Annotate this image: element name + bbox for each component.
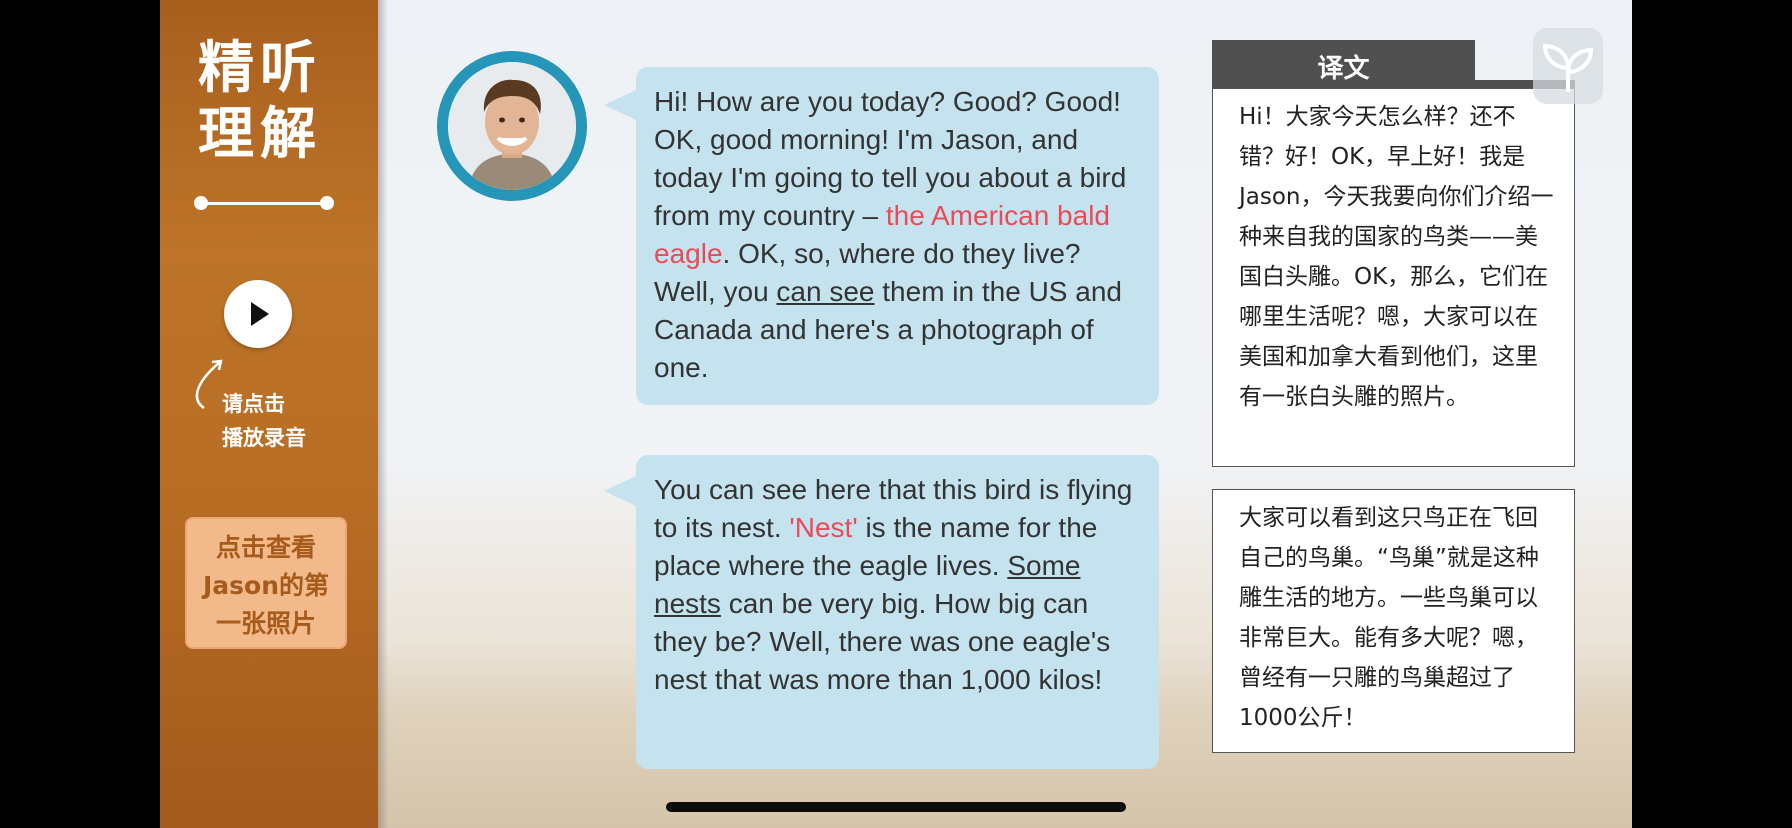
play-icon: [251, 302, 269, 326]
bubble-2-text-3: can be very big. How big can they be? We…: [654, 588, 1111, 695]
title-line-1: 精听: [198, 36, 322, 101]
page-title: 精听 理解: [198, 36, 338, 168]
translation-tab[interactable]: 译文: [1212, 40, 1475, 90]
translation-text-2: 大家可以看到这只鸟正在飞回自己的鸟巢。“鸟巢”就是这种雕生活的地方。一些鸟巢可以…: [1239, 505, 1539, 731]
translation-text-1: Hi！大家今天怎么样？还不错？好！OK，早上好！我是Jason，今天我要向你们介…: [1239, 104, 1554, 410]
title-line-2: 理解: [198, 102, 322, 167]
lesson-screen: 精听 理解 请点击 播放录音 点击查看 Jason的第 一张照片 Hi! How…: [160, 0, 1632, 828]
underline-can-see: can see: [776, 276, 875, 307]
play-hint: 请点击 播放录音: [222, 387, 306, 455]
highlight-nest: 'Nest': [789, 512, 858, 543]
speech-bubble-1: Hi! How are you today? Good? Good! OK, g…: [604, 67, 1159, 405]
sidebar: 精听 理解 请点击 播放录音 点击查看 Jason的第 一张照片: [160, 0, 378, 828]
photo-button-line-2: Jason的第: [202, 571, 330, 600]
translation-box-2: 大家可以看到这只鸟正在飞回自己的鸟巢。“鸟巢”就是这种雕生活的地方。一些鸟巢可以…: [1212, 489, 1575, 753]
speech-bubble-2: You can see here that this bird is flyin…: [604, 455, 1159, 769]
avatar-photo: [448, 62, 576, 190]
photo-button-line-1: 点击查看: [215, 533, 316, 562]
play-audio-button[interactable]: [224, 280, 292, 348]
divider-dot-right: [320, 196, 334, 210]
sprout-logo-icon: [1533, 28, 1603, 104]
home-indicator[interactable]: [666, 802, 1126, 812]
photo-button-line-3: 一张照片: [215, 609, 316, 638]
title-divider: [198, 202, 326, 205]
play-hint-line-1: 请点击: [222, 392, 285, 416]
speaker-avatar: [437, 51, 587, 201]
divider-dot-left: [194, 196, 208, 210]
sidebar-shadow: [378, 0, 388, 828]
translation-box-1: Hi！大家今天怎么样？还不错？好！OK，早上好！我是Jason，今天我要向你们介…: [1212, 88, 1575, 467]
view-photo-button[interactable]: 点击查看 Jason的第 一张照片: [185, 517, 347, 649]
play-hint-line-2: 播放录音: [222, 426, 306, 450]
